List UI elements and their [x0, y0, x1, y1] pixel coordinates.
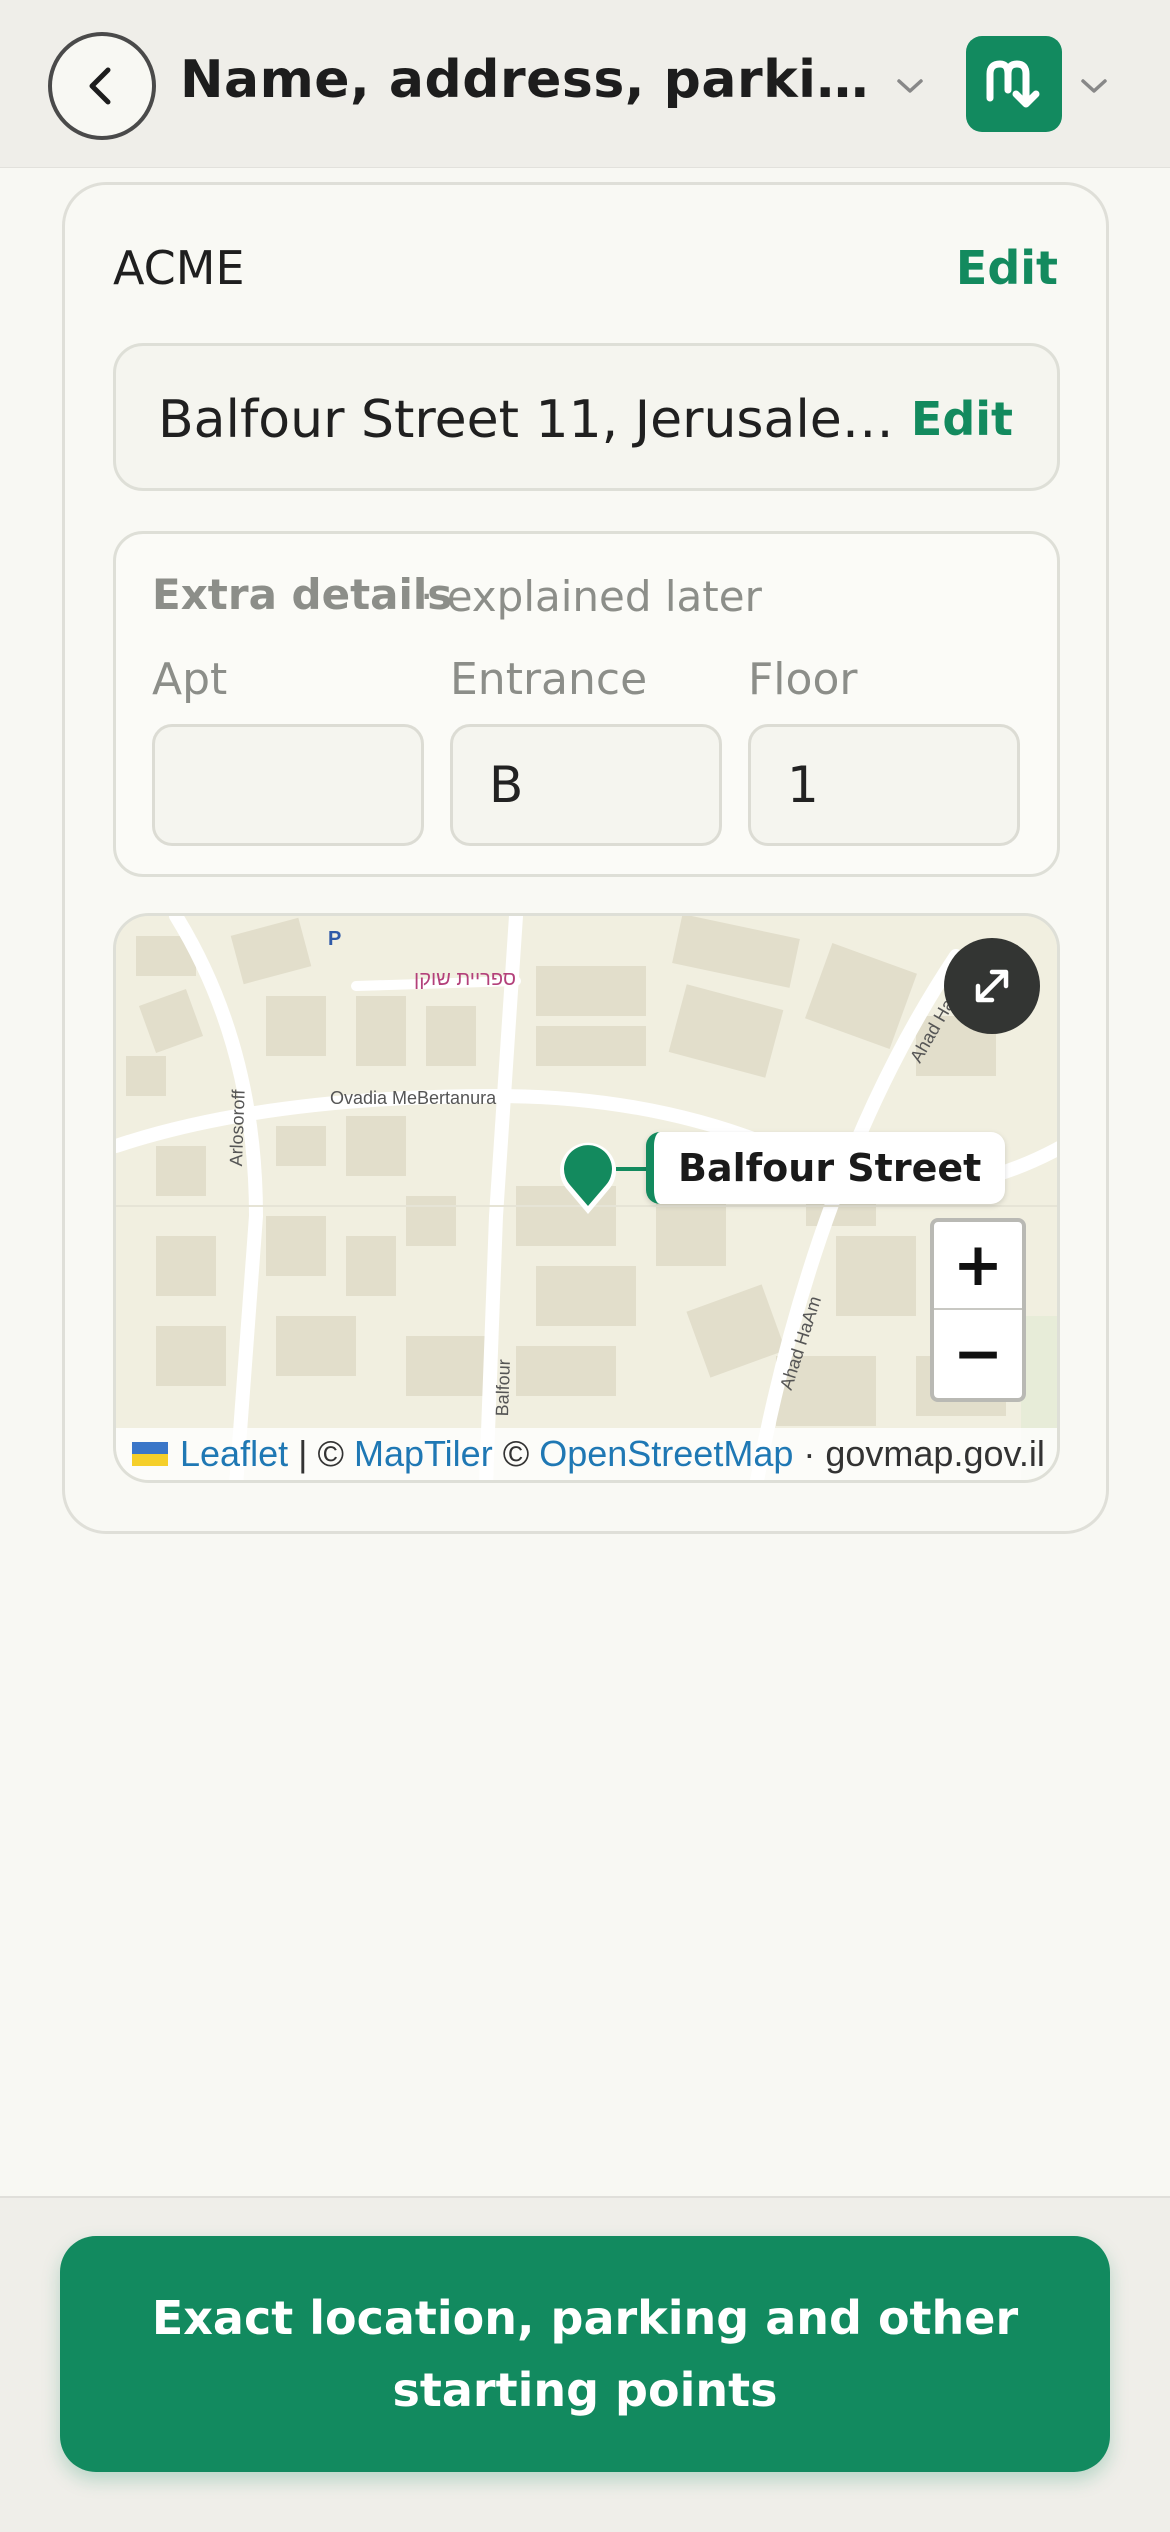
extra-details-title: Extra details	[152, 570, 453, 619]
location-map[interactable]: Ovadia MeBertanura Arlosoroff Balfour Ah…	[113, 913, 1060, 1483]
company-name: ACME	[113, 241, 245, 295]
attribution-separator: ©	[492, 1433, 540, 1474]
maptiler-link[interactable]: MapTiler	[354, 1433, 493, 1475]
marker-label: Balfour Street	[646, 1132, 1006, 1204]
chevron-down-icon	[897, 79, 923, 93]
chevron-left-icon	[89, 67, 111, 105]
extra-details-box: Extra details · explained later Apt Entr…	[113, 531, 1060, 877]
edit-address-button[interactable]: Edit	[911, 392, 1013, 446]
page-title[interactable]: Name, address, parking a…	[180, 50, 870, 110]
address-text: Balfour Street 11, Jerusalem…	[158, 390, 898, 450]
street-label-ovadia: Ovadia MeBertanura	[330, 1088, 497, 1108]
back-button[interactable]	[48, 32, 156, 140]
bottom-action-bar: Exact location, parking and other starti…	[0, 2196, 1170, 2532]
ukraine-flag-icon	[132, 1442, 168, 1466]
apt-input[interactable]	[152, 724, 424, 846]
zoom-in-button[interactable]: +	[934, 1222, 1022, 1310]
entrance-label: Entrance	[450, 654, 648, 705]
apt-label: Apt	[152, 654, 228, 705]
edit-company-button[interactable]: Edit	[956, 241, 1058, 295]
leaflet-link[interactable]: Leaflet	[180, 1433, 288, 1475]
location-pin-icon	[560, 1142, 616, 1214]
map-attribution: Leaflet | © MapTiler © OpenStreetMap · g…	[116, 1428, 1057, 1480]
street-label-balfour: Balfour	[492, 1358, 514, 1417]
zoom-control: + −	[930, 1218, 1026, 1402]
exact-location-button[interactable]: Exact location, parking and other starti…	[60, 2236, 1110, 2472]
library-label: ספריית שוקן	[414, 968, 516, 990]
location-card: ACME Edit Balfour Street 11, Jerusalem… …	[62, 182, 1109, 1534]
street-label-arlosoroff: Arlosoroff	[226, 1089, 249, 1167]
entrance-input[interactable]: B	[450, 724, 722, 846]
account-dropdown-button[interactable]	[1074, 66, 1114, 106]
app-logo-button[interactable]	[966, 36, 1062, 132]
floor-input[interactable]: 1	[748, 724, 1020, 846]
chevron-down-icon	[1081, 79, 1107, 93]
address-box: Balfour Street 11, Jerusalem… Edit	[113, 343, 1060, 491]
openstreetmap-link[interactable]: OpenStreetMap	[539, 1433, 793, 1475]
marker-connector	[616, 1167, 650, 1171]
attribution-separator: | ©	[288, 1433, 354, 1474]
floor-label: Floor	[748, 654, 858, 705]
govmap-attribution: · govmap.gov.il	[793, 1433, 1045, 1474]
expand-icon	[975, 969, 1009, 1003]
app-logo-icon	[986, 60, 1040, 108]
zoom-out-button[interactable]: −	[934, 1310, 1022, 1398]
parking-label: P	[328, 928, 342, 950]
extra-details-subtitle: · explained later	[420, 572, 762, 621]
map-expand-button[interactable]	[944, 938, 1040, 1034]
title-dropdown-button[interactable]	[890, 66, 930, 106]
top-bar: Name, address, parking a…	[0, 0, 1170, 168]
